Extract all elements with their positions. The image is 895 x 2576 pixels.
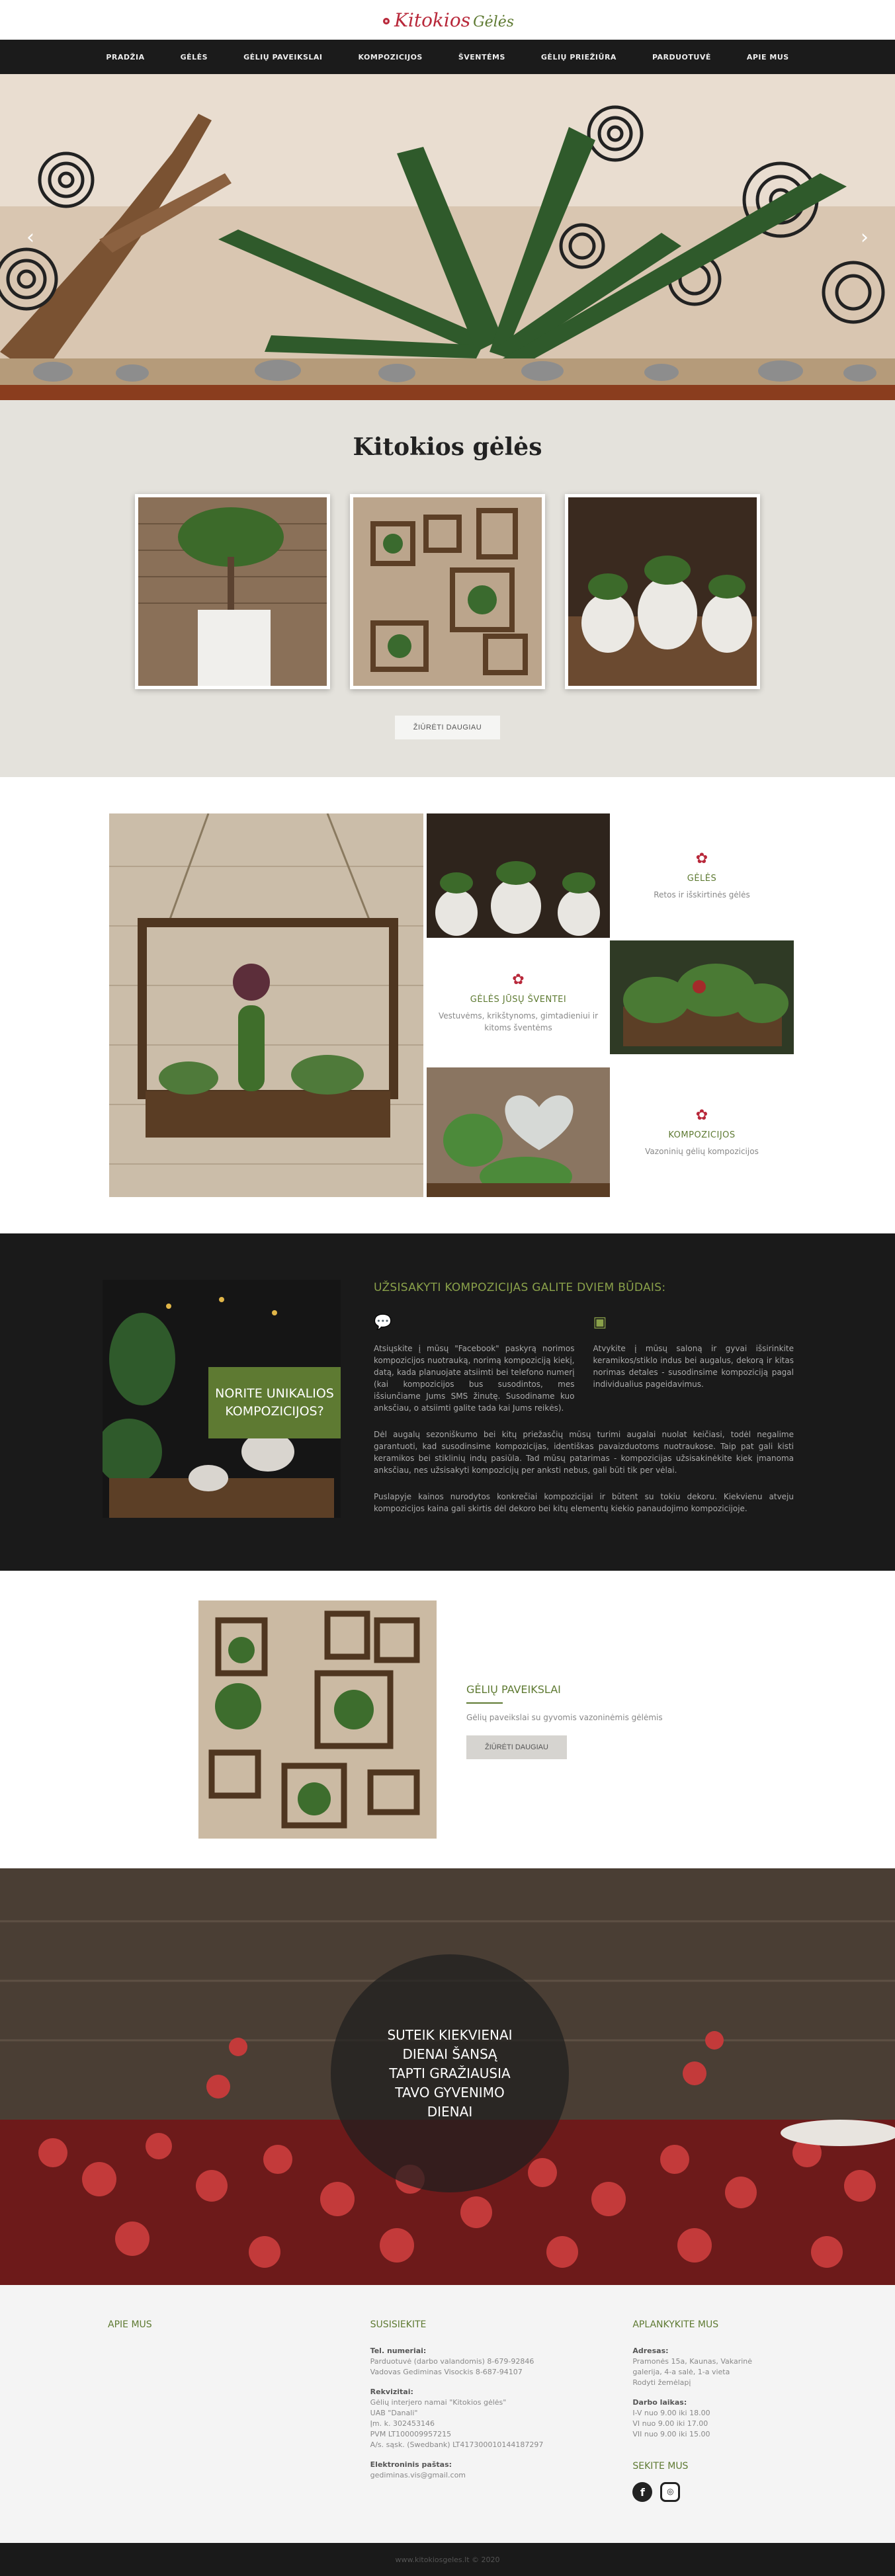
- nav-item-apie-mus[interactable]: APIE MUS: [747, 53, 789, 62]
- show-map-link[interactable]: Rodyti žemėlapį: [632, 2378, 895, 2388]
- category-title: KOMPOZICIJOS: [668, 1130, 736, 1140]
- logo-sub-text: Gėlės: [473, 13, 515, 30]
- logo-flower-icon: [382, 17, 390, 24]
- chat-icon: 💬: [374, 1313, 392, 1331]
- social-links: f ◎: [632, 2482, 895, 2503]
- intro-gallery: [0, 494, 895, 689]
- footer-about: APIE MUS: [108, 2318, 370, 2543]
- main-navigation: PRADŽIA GĖLĖS GĖLIŲ PAVEIKSLAI KOMPOZICI…: [0, 40, 895, 74]
- paintings-view-more-button[interactable]: ŽIŪRĖTI DAUGIAU: [466, 1735, 567, 1759]
- hours-line: I-V nuo 9.00 iki 18.00: [632, 2408, 710, 2417]
- mosaic-image-box[interactable]: [610, 940, 794, 1054]
- email-link[interactable]: gediminas.vis@gmail.com: [370, 2470, 633, 2481]
- section-title: Kitokios gėlės: [353, 433, 542, 461]
- order-section: NORITE UNIKALIOS KOMPOZICIJOS? UŽSISAKYT…: [0, 1233, 895, 1571]
- quote-circle: SUTEIK KIEKVIENAI DIENAI ŠANSĄ TAPTI GRA…: [331, 1954, 569, 2192]
- phone-label: Tel. numeriai:: [370, 2347, 427, 2356]
- address-label: Adresas:: [632, 2347, 669, 2356]
- order-method-online: 💬 Atsiųskite į mūsų "Facebook" paskyrą n…: [374, 1311, 575, 1414]
- store-icon: ▣: [593, 1313, 607, 1331]
- category-sventems[interactable]: ✿ GĖLĖS JŪSŲ ŠVENTEI Vestuvėms, krikštyn…: [427, 940, 610, 1065]
- facebook-icon[interactable]: f: [632, 2482, 653, 2503]
- gallery-image-frames[interactable]: [350, 494, 545, 689]
- requisites-line: Gėlių interjero namai "Kitokios gėlės": [370, 2398, 507, 2407]
- nav-item-parduotuve[interactable]: PARDUOTUVĖ: [652, 53, 711, 62]
- footer-follow-title: SEKITE MUS: [632, 2460, 689, 2472]
- footer-visit-title: APLANKYKITE MUS: [632, 2319, 719, 2330]
- flower-icon: ✿: [695, 851, 708, 867]
- requisites-line: Įm. k. 302453146: [370, 2419, 435, 2428]
- copyright-bar: www.kitokiosgeles.lt © 2020: [0, 2543, 895, 2576]
- nav-item-pradzia[interactable]: PRADŽIA: [106, 53, 144, 62]
- order-image: NORITE UNIKALIOS KOMPOZICIJOS?: [103, 1280, 341, 1518]
- order-methods: 💬 Atsiųskite į mūsų "Facebook" paskyrą n…: [374, 1311, 794, 1414]
- footer-about-title: APIE MUS: [108, 2319, 152, 2330]
- category-title: GĖLĖS: [687, 874, 717, 884]
- chevron-right-icon[interactable]: ›: [861, 226, 869, 249]
- category-desc: Retos ir išskirtinės gėlės: [654, 890, 750, 899]
- quote-banner: SUTEIK KIEKVIENAI DIENAI ŠANSĄ TAPTI GRA…: [0, 1868, 895, 2285]
- view-more-button[interactable]: ŽIŪRĖTI DAUGIAU: [394, 716, 501, 739]
- footer-contact: SUSISIEKITE Tel. numeriai: Parduotuvė (d…: [370, 2318, 633, 2543]
- category-kompozicijos[interactable]: ✿ KOMPOZICIJOS Vazoninių gėlių kompozici…: [610, 1067, 794, 1197]
- requisites-line: A/s. sąsk. (Swedbank) LT4173000101441872…: [370, 2440, 544, 2449]
- email-label: Elektroninis paštas:: [370, 2460, 452, 2469]
- site-header: Kitokios Gėlės: [0, 0, 895, 40]
- category-title: GĖLĖS JŪSŲ ŠVENTEI: [470, 995, 567, 1005]
- chevron-left-icon[interactable]: ‹: [26, 226, 34, 249]
- paintings-title: GĖLIŲ PAVEIKSLAI: [466, 1683, 561, 1696]
- hours-label: Darbo laikas:: [632, 2398, 687, 2407]
- phone-store[interactable]: Parduotuvė (darbo valandomis) 8-679-9284…: [370, 2356, 633, 2367]
- instagram-icon[interactable]: ◎: [660, 2482, 681, 2503]
- site-footer: APIE MUS SUSISIEKITE Tel. numeriai: Pard…: [0, 2285, 895, 2543]
- paintings-info: GĖLIŲ PAVEIKSLAI Gėlių paveikslai su gyv…: [466, 1600, 663, 1759]
- nav-item-sventems[interactable]: ŠVENTĖMS: [458, 53, 505, 62]
- requisites-line: PVM LT100009957215: [370, 2429, 452, 2438]
- order-method-store: ▣ Atvykite į mūsų saloną ir gyvai išsiri…: [593, 1311, 794, 1414]
- mosaic-image-hanging-box[interactable]: [109, 813, 423, 1197]
- nav-item-geliu-paveikslai[interactable]: GĖLIŲ PAVEIKSLAI: [243, 53, 322, 62]
- requisites-line: UAB "Danali": [370, 2408, 418, 2417]
- category-geles[interactable]: ✿ GĖLĖS Retos ir išskirtinės gėlės: [610, 813, 794, 938]
- logo-main-text: Kitokios: [394, 9, 471, 31]
- nav-item-geliu-prieziura[interactable]: GĖLIŲ PRIEŽIŪRA: [541, 53, 617, 62]
- order-method-online-text: Atsiųskite į mūsų "Facebook" paskyrą nor…: [374, 1343, 575, 1413]
- title-underline: [466, 1702, 503, 1704]
- intro-section: Kitokios gėlės ŽIŪRĖTI DAUGIAU: [0, 400, 895, 777]
- footer-contact-title: SUSISIEKITE: [370, 2319, 427, 2330]
- address-line: galerija, 4-a salė, 1-a vieta: [632, 2368, 730, 2377]
- address-line: Pramonės 15a, Kaunas, Vakarinė: [632, 2357, 753, 2366]
- categories-mosaic: ✿ GĖLĖS Retos ir išskirtinės gėlės ✿ GĖL…: [109, 813, 794, 1197]
- requisites-label: Rekvizitai:: [370, 2388, 413, 2397]
- paintings-desc: Gėlių paveikslai su gyvomis vazoninėmis …: [466, 1713, 663, 1722]
- order-info: UŽSISAKYTI KOMPOZICIJAS GALITE DVIEM BŪD…: [374, 1280, 794, 1571]
- categories-section: ✿ GĖLĖS Retos ir išskirtinės gėlės ✿ GĖL…: [0, 777, 895, 1233]
- paintings-image[interactable]: [198, 1600, 437, 1839]
- flower-icon: ✿: [695, 1107, 708, 1124]
- order-image-label: NORITE UNIKALIOS KOMPOZICIJOS?: [208, 1367, 341, 1438]
- site-logo[interactable]: Kitokios Gėlės: [381, 9, 514, 31]
- nav-item-geles[interactable]: GĖLĖS: [181, 53, 208, 62]
- hours-line: VII nuo 9.00 iki 15.00: [632, 2429, 710, 2438]
- category-desc: Vazoninių gėlių kompozicijos: [645, 1147, 759, 1156]
- nav-item-kompozicijos[interactable]: KOMPOZICIJOS: [359, 53, 423, 62]
- footer-visit: APLANKYKITE MUS Adresas: Pramonės 15a, K…: [632, 2318, 895, 2543]
- hours-line: VI nuo 9.00 iki 17.00: [632, 2419, 708, 2428]
- gallery-image-pots[interactable]: [565, 494, 760, 689]
- gallery-image-bonsai[interactable]: [135, 494, 330, 689]
- hero-slider: ‹ ›: [0, 74, 895, 400]
- flower-icon: ✿: [512, 972, 525, 988]
- category-desc: Vestuvėms, krikštynoms, gimtadieniui ir …: [438, 1011, 598, 1032]
- paintings-section: GĖLIŲ PAVEIKSLAI Gėlių paveikslai su gyv…: [0, 1571, 895, 1868]
- mosaic-image-heart[interactable]: [427, 1067, 610, 1197]
- order-note-seasonal: Dėl augalų sezoniškumo bei kitų priežasč…: [374, 1429, 794, 1475]
- order-title: UŽSISAKYTI KOMPOZICIJAS GALITE DVIEM BŪD…: [374, 1281, 666, 1294]
- phone-manager[interactable]: Vadovas Gediminas Visockis 8-687-94107: [370, 2367, 633, 2378]
- mosaic-image-pots[interactable]: [427, 813, 610, 938]
- hero-image: [0, 74, 895, 400]
- order-method-store-text: Atvykite į mūsų saloną ir gyvai išsirink…: [593, 1343, 794, 1389]
- order-note-prices: Puslapyje kainos nurodytos konkrečiai ko…: [374, 1491, 794, 1513]
